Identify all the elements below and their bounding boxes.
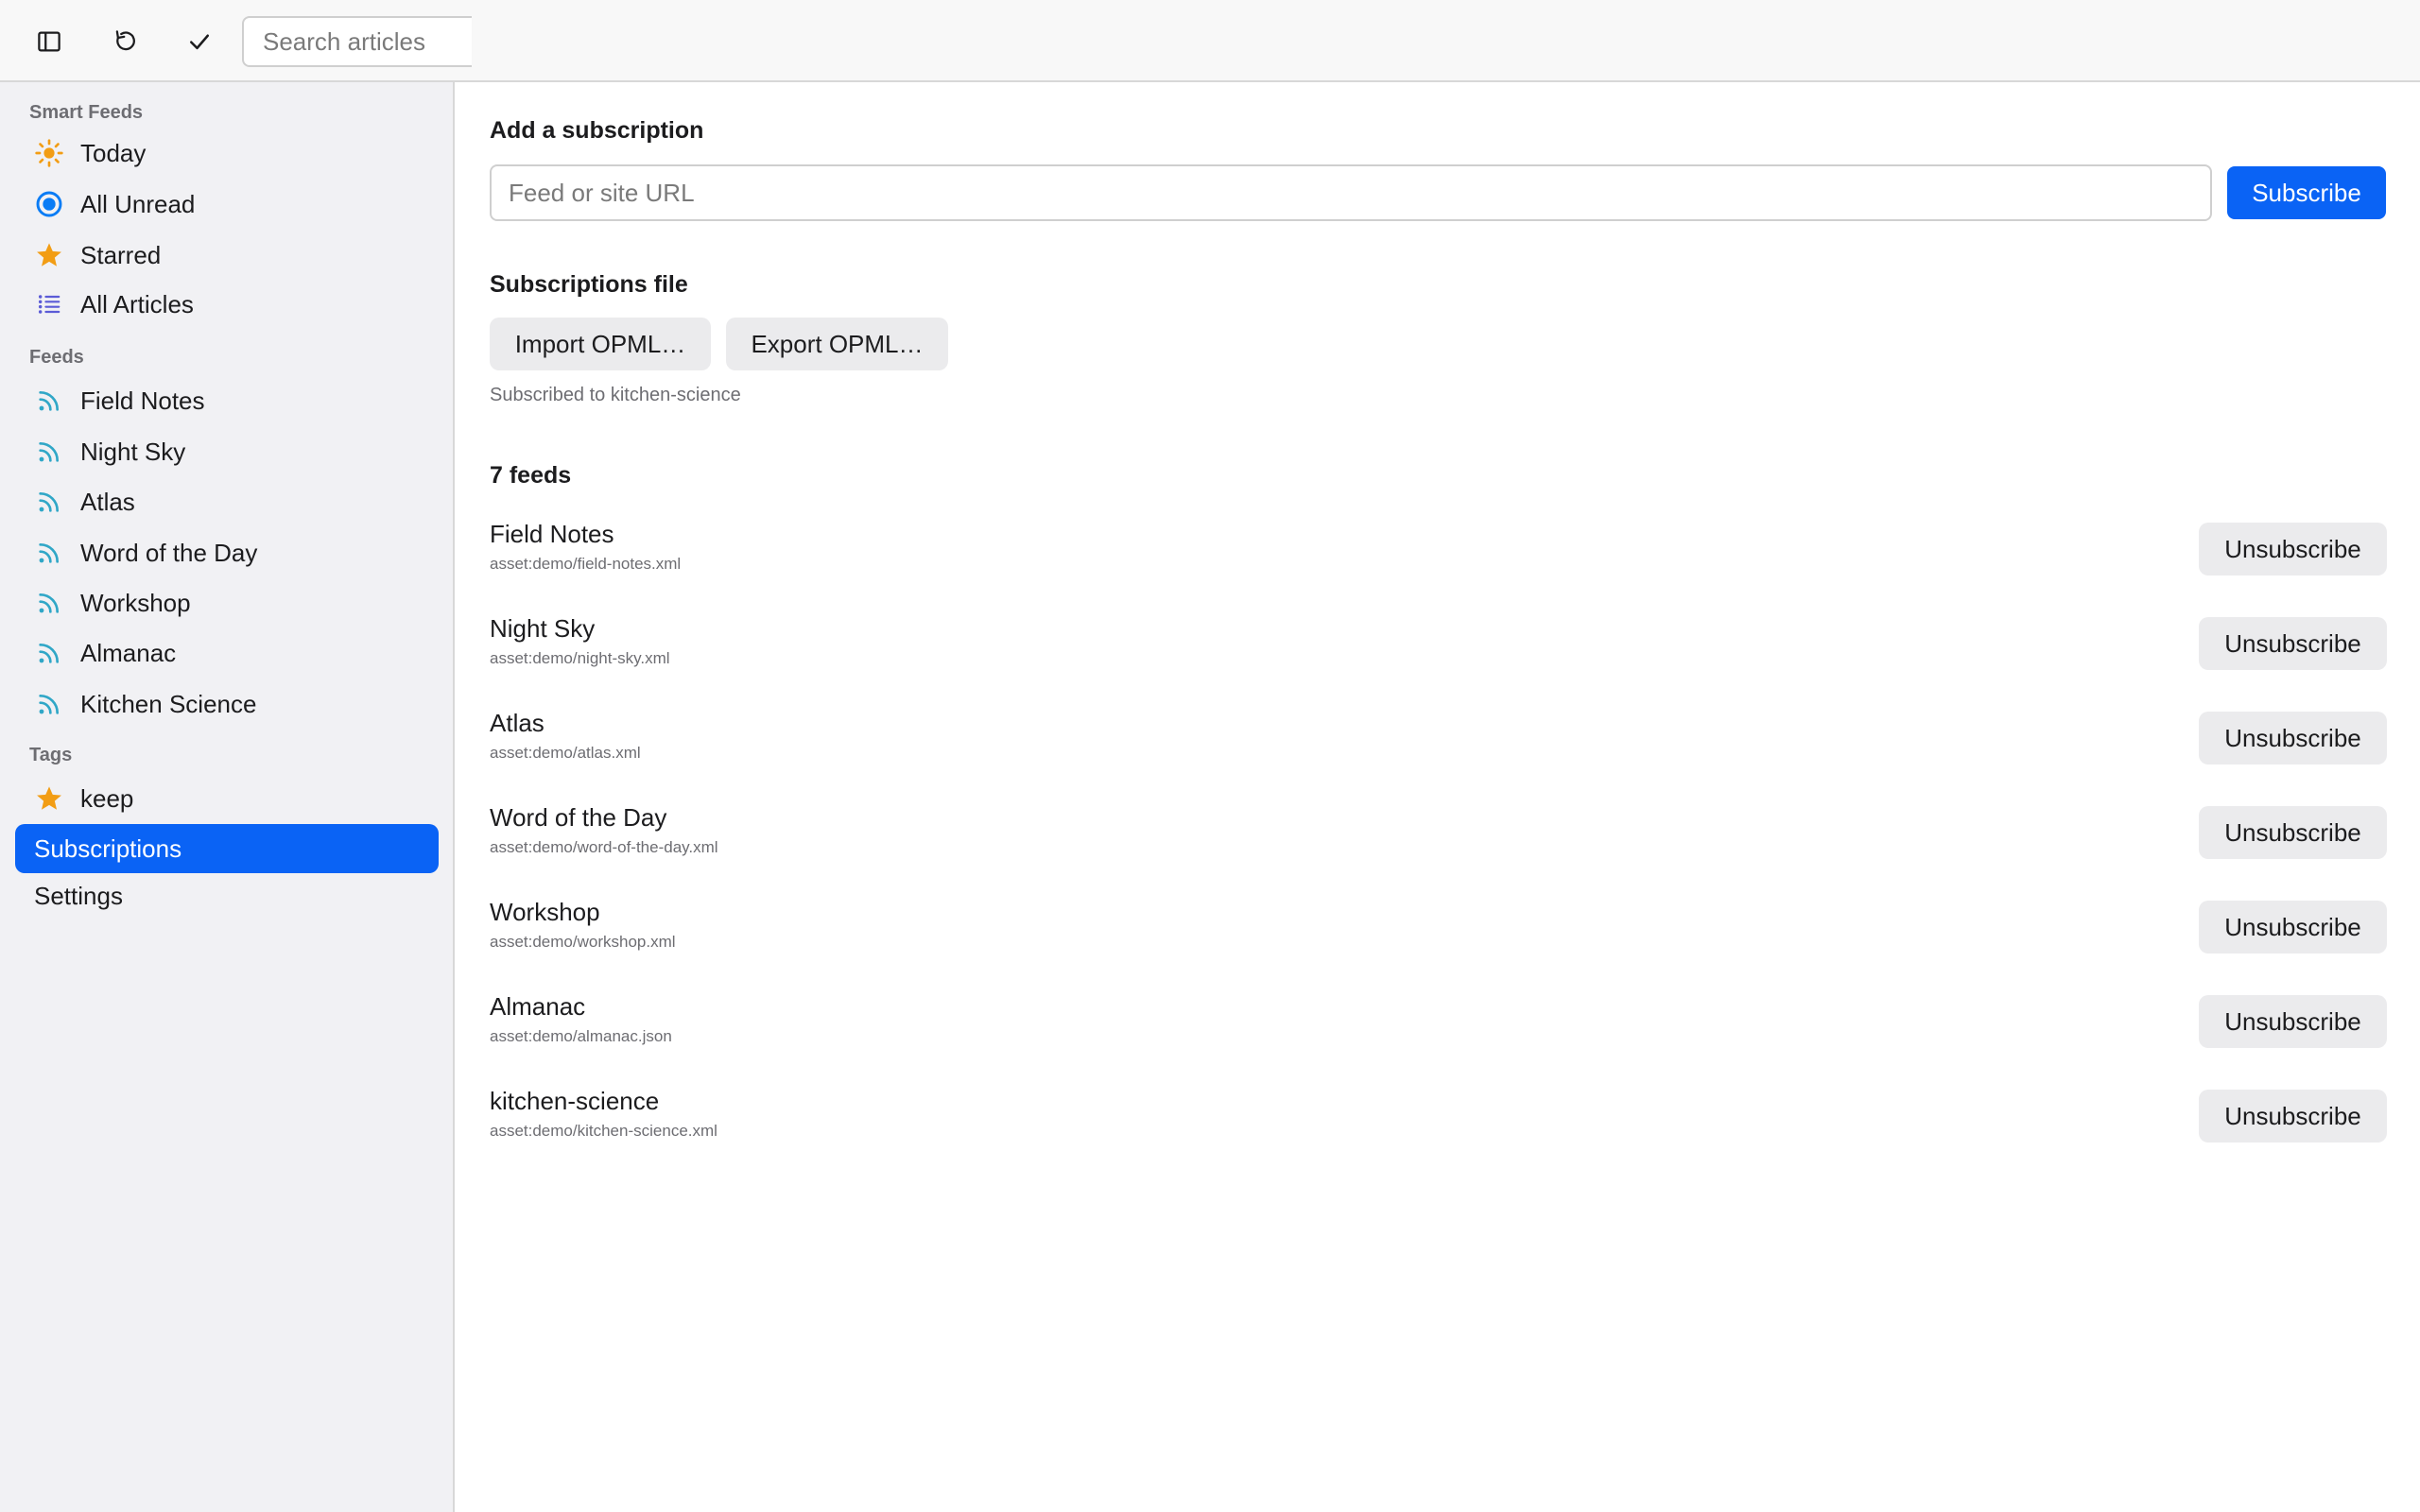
- feed-row: Word of the Day asset:demo/word-of-the-d…: [490, 803, 2387, 879]
- feeds-heading: Feeds: [29, 347, 84, 368]
- feed-url: asset:demo/field-notes.xml: [490, 555, 682, 573]
- mark-all-read-button[interactable]: [176, 18, 223, 65]
- feed-url: asset:demo/workshop.xml: [490, 933, 676, 951]
- refresh-icon: [115, 30, 135, 51]
- feeds-count-heading: 7 feeds: [490, 462, 572, 489]
- rss-icon: [32, 687, 66, 721]
- sidebar-item-label: Workshop: [80, 588, 191, 617]
- checkmark-icon: [190, 34, 209, 50]
- feed-name: Field Notes: [490, 520, 614, 548]
- sidebar-item-all-unread[interactable]: All Unread: [15, 180, 439, 229]
- feed-url-input[interactable]: [490, 164, 2212, 221]
- sidebar-item-label: Subscriptions: [34, 833, 182, 863]
- sidebar-item-workshop[interactable]: Workshop: [15, 578, 439, 627]
- unsubscribe-button[interactable]: Unsubscribe: [2199, 901, 2387, 954]
- sidebar-item-label: All Articles: [80, 289, 194, 318]
- sidebar-item-label: All Unread: [80, 189, 196, 218]
- unsubscribe-button[interactable]: Unsubscribe: [2199, 995, 2387, 1048]
- rss-icon: [32, 485, 66, 519]
- subscriptions-panel: Add a subscription Subscribe Subscriptio…: [457, 82, 2420, 1512]
- sidebar-item-kitchen-science[interactable]: Kitchen Science: [15, 679, 439, 729]
- sidebar-item-starred[interactable]: Starred: [15, 231, 439, 280]
- feed-row: Night Sky asset:demo/night-sky.xml Unsub…: [490, 614, 2387, 690]
- sidebar-item-word-of-the-day[interactable]: Word of the Day: [15, 528, 439, 577]
- sidebar-item-label: Starred: [80, 240, 162, 269]
- feed-row: Field Notes asset:demo/field-notes.xml U…: [490, 520, 2387, 595]
- feed-name: kitchen-science: [490, 1087, 660, 1115]
- star-icon: [32, 782, 66, 816]
- rss-icon: [32, 636, 66, 670]
- feed-url: asset:demo/atlas.xml: [490, 744, 641, 762]
- feed-url: asset:demo/night-sky.xml: [490, 649, 670, 667]
- feed-name: Workshop: [490, 898, 600, 926]
- sidebar-item-night-sky[interactable]: Night Sky: [15, 427, 439, 476]
- unread-dot-icon: [32, 187, 66, 221]
- sidebar-item-label: Almanac: [80, 638, 177, 667]
- sidebar-item-label: Night Sky: [80, 437, 186, 466]
- sun-icon: [32, 136, 66, 170]
- feed-url: asset:demo/word-of-the-day.xml: [490, 838, 718, 856]
- rss-icon: [32, 586, 66, 620]
- rss-icon: [32, 435, 66, 469]
- sidebar-item-label: Field Notes: [80, 386, 205, 415]
- sidebar-item-label: Atlas: [80, 487, 135, 516]
- feed-row: Almanac asset:demo/almanac.json Unsubscr…: [490, 992, 2387, 1068]
- rss-icon: [32, 384, 66, 418]
- export-opml-button[interactable]: Export OPML…: [726, 318, 948, 370]
- add-subscription-heading: Add a subscription: [490, 117, 704, 144]
- unsubscribe-button[interactable]: Unsubscribe: [2199, 523, 2387, 576]
- feed-row: Workshop asset:demo/workshop.xml Unsubsc…: [490, 898, 2387, 973]
- sidebar-item-label: Settings: [34, 881, 123, 910]
- list-icon: [32, 287, 66, 321]
- sidebar-item-field-notes[interactable]: Field Notes: [15, 376, 439, 425]
- unsubscribe-button[interactable]: Unsubscribe: [2199, 806, 2387, 859]
- sidebar-item-atlas[interactable]: Atlas: [15, 477, 439, 526]
- unsubscribe-button[interactable]: Unsubscribe: [2199, 1090, 2387, 1143]
- status-message: Subscribed to kitchen-science: [490, 385, 741, 405]
- sidebar-item-settings[interactable]: Settings: [15, 871, 439, 920]
- sidebar-toggle-button[interactable]: [26, 18, 73, 65]
- subscribe-button[interactable]: Subscribe: [2227, 166, 2386, 219]
- sidebar-item-label: Kitchen Science: [80, 689, 257, 718]
- unsubscribe-button[interactable]: Unsubscribe: [2199, 712, 2387, 765]
- feed-row: Atlas asset:demo/atlas.xml Unsubscribe: [490, 709, 2387, 784]
- sidebar-item-almanac[interactable]: Almanac: [15, 628, 439, 678]
- sidebar-item-label: keep: [80, 783, 134, 813]
- sidebar-item-tag-keep[interactable]: keep: [15, 774, 439, 823]
- smart-feeds-heading: Smart Feeds: [29, 102, 144, 123]
- feed-name: Word of the Day: [490, 803, 667, 832]
- subscriptions-file-heading: Subscriptions file: [490, 271, 688, 298]
- sidebar-item-subscriptions[interactable]: Subscriptions: [15, 824, 439, 873]
- refresh-button[interactable]: [101, 18, 148, 65]
- sidebar-toggle-icon: [38, 31, 60, 52]
- sidebar-item-label: Word of the Day: [80, 538, 258, 567]
- feed-row: kitchen-science asset:demo/kitchen-scien…: [490, 1087, 2387, 1162]
- sidebar-item-today[interactable]: Today: [15, 129, 439, 178]
- feed-url: asset:demo/kitchen-science.xml: [490, 1122, 717, 1140]
- feed-name: Night Sky: [490, 614, 596, 643]
- sidebar-item-label: Today: [80, 138, 147, 167]
- feed-url: asset:demo/almanac.json: [490, 1027, 672, 1045]
- star-icon: [32, 238, 66, 272]
- rss-icon: [32, 536, 66, 570]
- feed-name: Atlas: [490, 709, 544, 737]
- sidebar: Smart Feeds Today All Unread Starred All…: [0, 82, 455, 1512]
- search-input[interactable]: [242, 16, 472, 67]
- unsubscribe-button[interactable]: Unsubscribe: [2199, 617, 2387, 670]
- feed-name: Almanac: [490, 992, 586, 1021]
- tags-heading: Tags: [29, 745, 73, 765]
- import-opml-button[interactable]: Import OPML…: [490, 318, 711, 370]
- toolbar: [0, 0, 2420, 82]
- sidebar-item-all-articles[interactable]: All Articles: [15, 280, 439, 329]
